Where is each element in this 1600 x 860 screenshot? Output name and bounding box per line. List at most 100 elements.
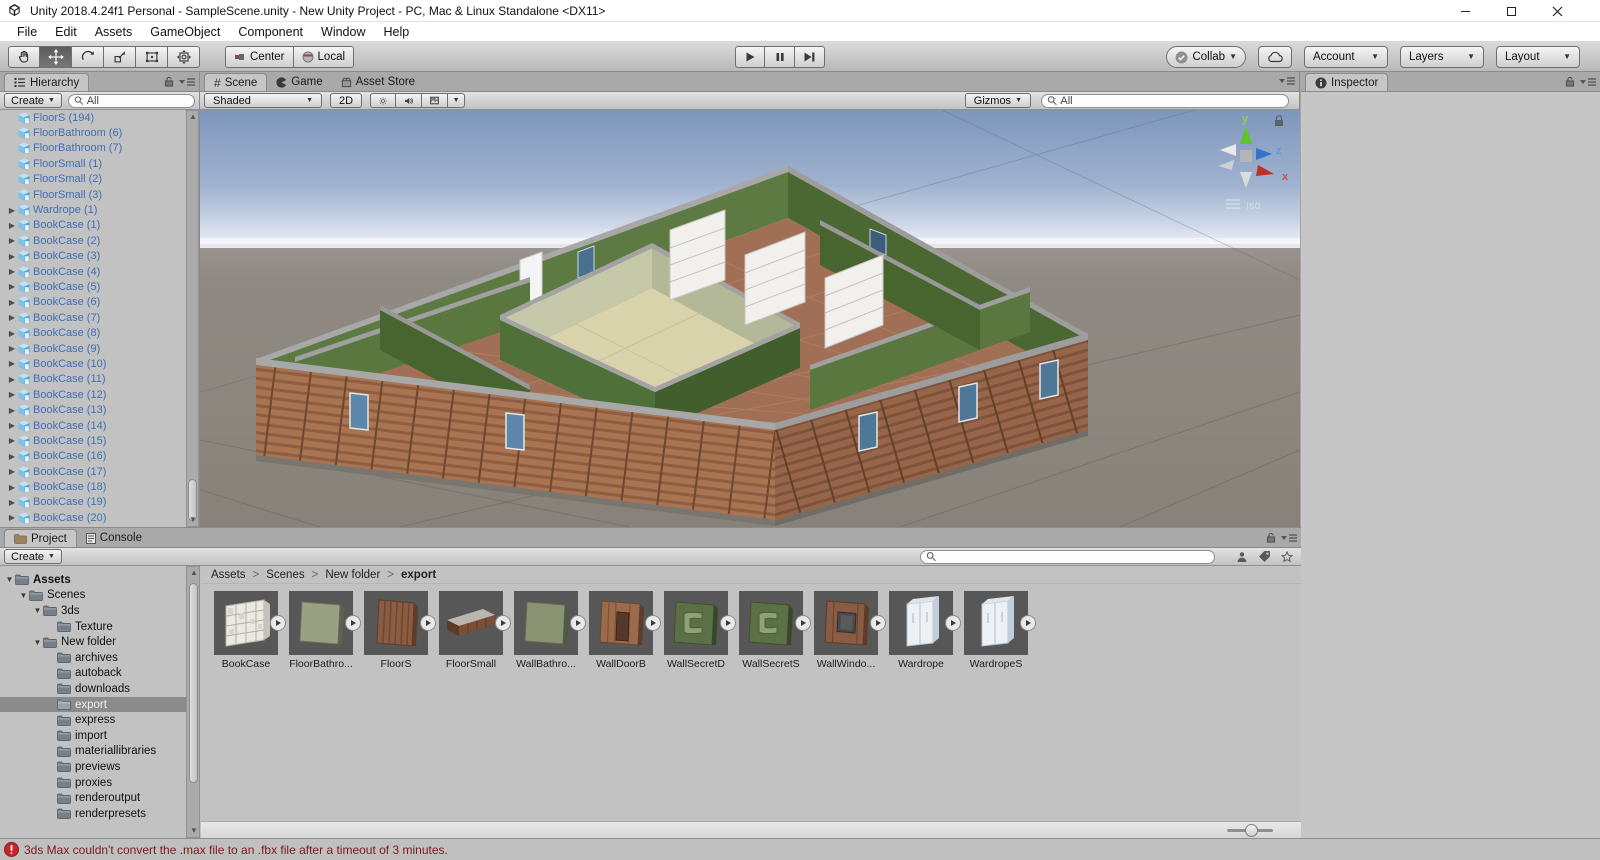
asset-thumbnail[interactable] <box>739 591 811 655</box>
hand-tool-button[interactable] <box>8 46 40 68</box>
prefab-expand-badge[interactable] <box>345 615 361 631</box>
hierarchy-item[interactable]: FloorBathroom (7) <box>0 141 186 156</box>
scene-viewport[interactable]: y z x Iso <box>200 110 1300 527</box>
hierarchy-lock-icon[interactable] <box>164 76 174 87</box>
audio-toggle-button[interactable] <box>396 93 423 108</box>
hierarchy-search-input[interactable] <box>86 94 186 107</box>
asset-item-wardrope[interactable]: Wardrope <box>889 591 961 670</box>
tree-item-proxies[interactable]: proxies <box>0 775 199 791</box>
expand-arrow-icon[interactable]: ▶ <box>6 267 18 276</box>
hierarchy-item[interactable]: ▶ BookCase (7) <box>0 310 186 325</box>
hierarchy-item[interactable]: ▶ BookCase (10) <box>0 356 186 371</box>
hierarchy-item[interactable]: ▶ BookCase (6) <box>0 295 186 310</box>
hierarchy-item[interactable]: ▶ BookCase (8) <box>0 325 186 340</box>
expand-arrow-icon[interactable]: ▶ <box>6 436 18 445</box>
prefab-expand-badge[interactable] <box>720 615 736 631</box>
hierarchy-item[interactable]: ▶ BookCase (20) <box>0 510 186 525</box>
menu-window[interactable]: Window <box>312 23 374 41</box>
asset-thumbnail[interactable] <box>364 591 436 655</box>
asset-item-wallsecretd[interactable]: WallSecretD <box>664 591 736 670</box>
tree-item-import[interactable]: import <box>0 728 199 744</box>
hierarchy-item[interactable]: FloorSmall (3) <box>0 187 186 202</box>
expand-arrow-icon[interactable]: ▶ <box>6 329 18 338</box>
hierarchy-item[interactable]: ▶ BookCase (18) <box>0 479 186 494</box>
prefab-expand-badge[interactable] <box>570 615 586 631</box>
project-lock-icon[interactable] <box>1266 532 1276 543</box>
asset-thumbnail[interactable] <box>664 591 736 655</box>
expand-arrow-icon[interactable]: ▶ <box>6 344 18 353</box>
hierarchy-item[interactable]: ▶ BookCase (16) <box>0 449 186 464</box>
asset-item-floorsmall[interactable]: FloorSmall <box>439 591 511 670</box>
hierarchy-item[interactable]: ▶ BookCase (13) <box>0 402 186 417</box>
hierarchy-item[interactable]: ▶ BookCase (19) <box>0 495 186 510</box>
asset-thumbnail[interactable] <box>214 591 286 655</box>
pause-button[interactable] <box>765 46 795 68</box>
tab-hierarchy[interactable]: Hierarchy <box>4 73 90 91</box>
asset-item-floors[interactable]: FloorS <box>364 591 436 670</box>
prefab-expand-badge[interactable] <box>870 615 886 631</box>
project-menu-icon[interactable] <box>1281 533 1297 543</box>
menu-component[interactable]: Component <box>229 23 312 41</box>
prefab-expand-badge[interactable] <box>420 615 436 631</box>
asset-thumbnail[interactable] <box>289 591 361 655</box>
asset-item-floorbathro-[interactable]: FloorBathro... <box>289 591 361 670</box>
expand-arrow-icon[interactable]: ▶ <box>6 252 18 261</box>
tab-project[interactable]: Project <box>4 529 77 547</box>
collapse-arrow-icon[interactable]: ▼ <box>32 638 43 647</box>
project-create-button[interactable]: Create ▼ <box>4 549 62 564</box>
search-by-type-icon[interactable] <box>1236 551 1248 563</box>
asset-item-walldoorb[interactable]: WallDoorB <box>589 591 661 670</box>
menu-gameobject[interactable]: GameObject <box>141 23 229 41</box>
tree-item-scenes[interactable]: ▼ Scenes <box>0 588 199 604</box>
account-dropdown[interactable]: Account ▼ <box>1304 46 1388 68</box>
asset-thumbnail[interactable] <box>439 591 511 655</box>
hierarchy-menu-icon[interactable] <box>179 77 195 87</box>
tree-item-new-folder[interactable]: ▼ New folder <box>0 634 199 650</box>
hierarchy-item[interactable]: ▶ BookCase (14) <box>0 418 186 433</box>
asset-thumbnail[interactable] <box>589 591 661 655</box>
expand-arrow-icon[interactable]: ▶ <box>6 421 18 430</box>
2d-toggle-button[interactable]: 2D <box>330 93 363 108</box>
project-search-input[interactable] <box>939 550 1206 563</box>
play-button[interactable] <box>735 46 765 68</box>
tree-item-materiallibraries[interactable]: materiallibraries <box>0 744 199 760</box>
gizmos-dropdown[interactable]: Gizmos ▼ <box>964 93 1031 108</box>
hierarchy-item[interactable]: ▶ BookCase (5) <box>0 279 186 294</box>
hierarchy-scrollbar[interactable]: ▲ ▼ <box>186 110 199 527</box>
breadcrumb-new-folder[interactable]: New folder <box>325 569 380 581</box>
pivot-toggle-button[interactable]: Center <box>225 46 294 68</box>
asset-item-wallsecrets[interactable]: WallSecretS <box>739 591 811 670</box>
window-minimize-button[interactable] <box>1442 0 1488 22</box>
hierarchy-item[interactable]: FloorBathroom (6) <box>0 125 186 140</box>
menu-file[interactable]: File <box>8 23 46 41</box>
prefab-expand-badge[interactable] <box>795 615 811 631</box>
hierarchy-item[interactable]: ▶ BookCase (2) <box>0 233 186 248</box>
tree-item-renderoutput[interactable]: renderoutput <box>0 790 199 806</box>
tree-item-autoback[interactable]: autoback <box>0 666 199 682</box>
asset-thumbnail[interactable] <box>889 591 961 655</box>
tree-item-renderpresets[interactable]: renderpresets <box>0 806 199 822</box>
tab-console[interactable]: Console <box>77 529 151 547</box>
hierarchy-item[interactable]: ▶ BookCase (3) <box>0 249 186 264</box>
hierarchy-item[interactable]: ▶ BookCase (1) <box>0 218 186 233</box>
hierarchy-item[interactable]: FloorSmall (2) <box>0 172 186 187</box>
menu-help[interactable]: Help <box>374 23 418 41</box>
tree-item-export[interactable]: export <box>0 696 199 713</box>
expand-arrow-icon[interactable]: ▶ <box>6 313 18 322</box>
expand-arrow-icon[interactable]: ▶ <box>6 298 18 307</box>
asset-item-wardropes[interactable]: WardropeS <box>964 591 1036 670</box>
orientation-toggle-button[interactable]: Local <box>293 46 355 68</box>
hierarchy-item[interactable]: ▶ BookCase (11) <box>0 372 186 387</box>
tree-item-express[interactable]: express <box>0 712 199 728</box>
scene-search-input[interactable] <box>1060 94 1280 107</box>
prefab-expand-badge[interactable] <box>495 615 511 631</box>
breadcrumb-export[interactable]: export <box>401 569 436 581</box>
project-tree-scrollbar[interactable]: ▲ ▼ <box>186 566 200 838</box>
rect-tool-button[interactable] <box>136 46 168 68</box>
move-tool-button[interactable] <box>40 46 72 68</box>
expand-arrow-icon[interactable]: ▶ <box>6 498 18 507</box>
prefab-expand-badge[interactable] <box>1020 615 1036 631</box>
window-close-button[interactable] <box>1534 0 1580 22</box>
asset-item-wallwindo-[interactable]: WallWindo... <box>814 591 886 670</box>
lighting-toggle-button[interactable] <box>370 93 397 108</box>
